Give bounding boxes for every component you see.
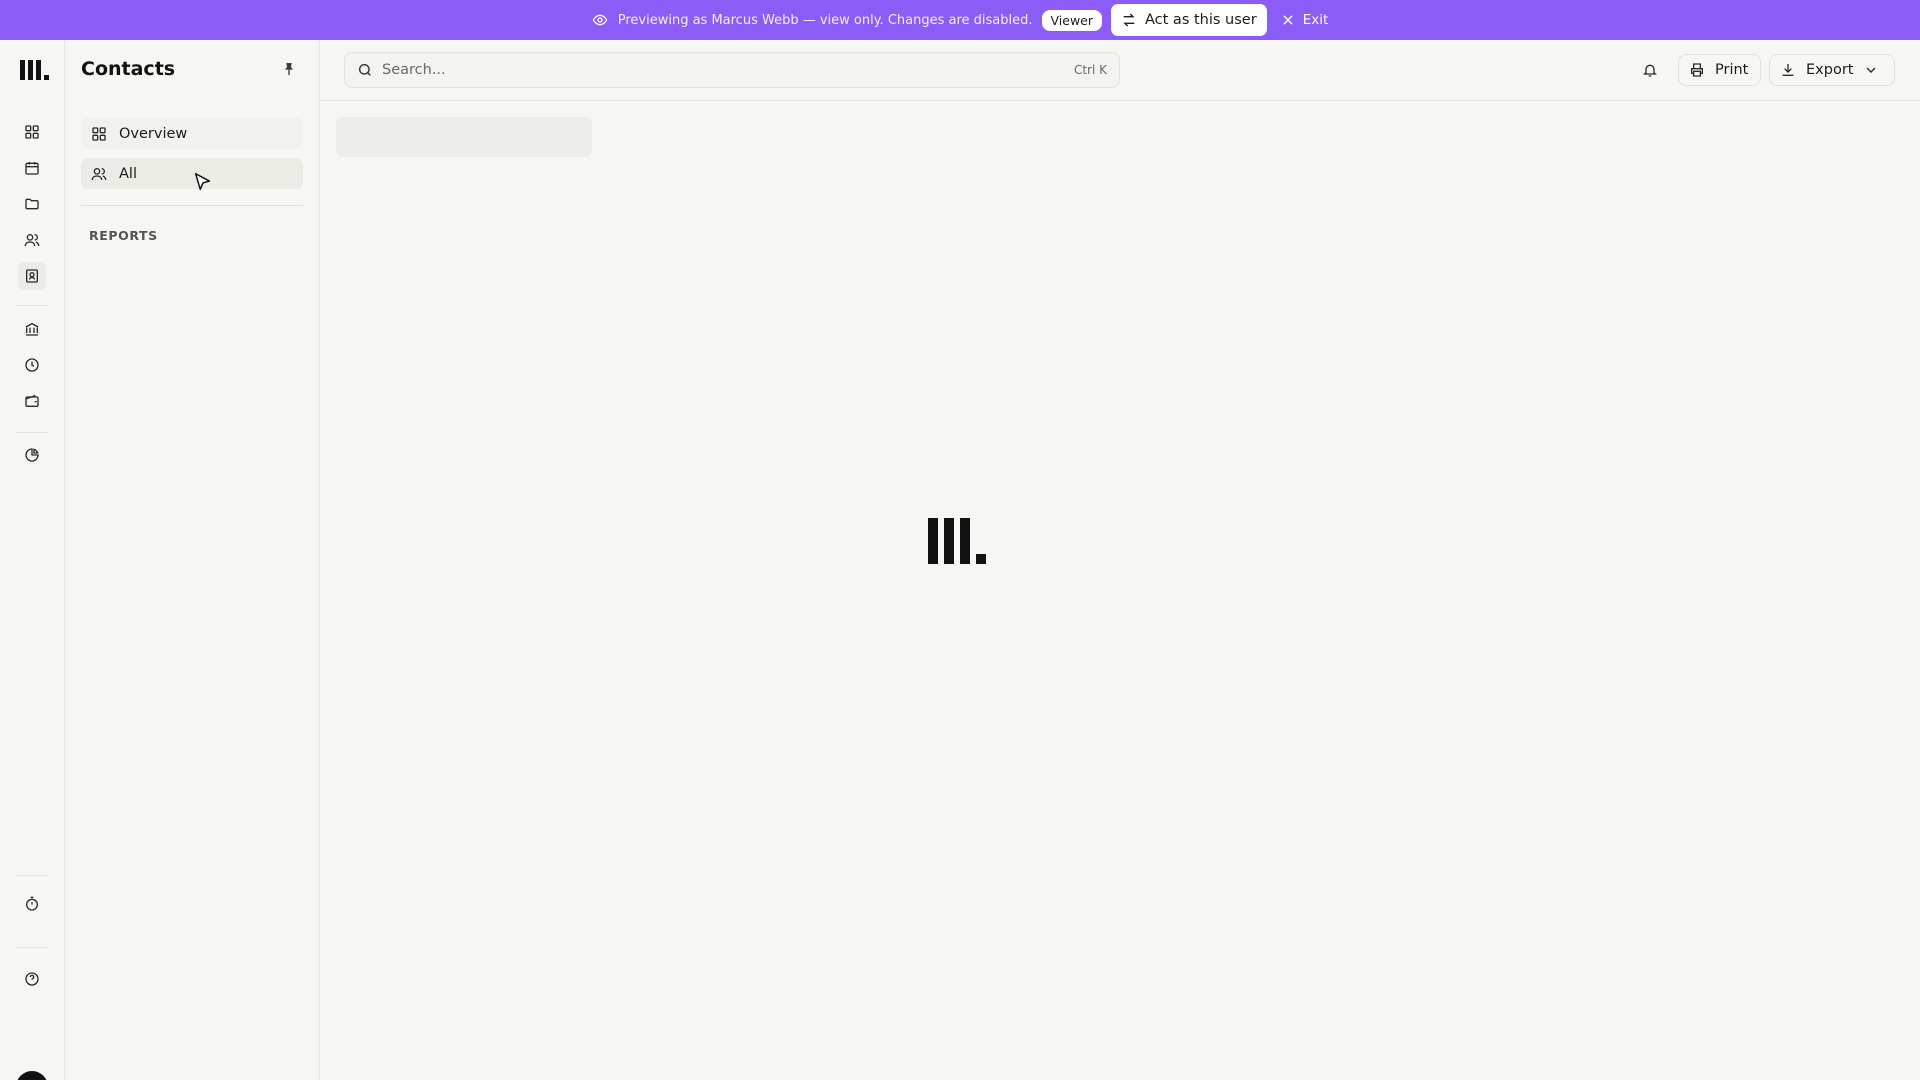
exit-label: Exit xyxy=(1302,12,1329,28)
act-as-user-label: Act as this user xyxy=(1145,12,1257,28)
exit-preview-button[interactable]: Exit xyxy=(1281,12,1329,28)
loading-logo xyxy=(928,518,986,564)
sidebar-item-overview[interactable]: Overview xyxy=(81,118,303,149)
calendar-icon[interactable] xyxy=(18,154,46,182)
wallet-icon[interactable] xyxy=(18,387,46,415)
close-icon xyxy=(1283,15,1293,25)
users-icon xyxy=(91,167,107,180)
search-input[interactable] xyxy=(382,62,1074,78)
role-badge: Viewer xyxy=(1041,9,1102,31)
divider xyxy=(81,205,303,206)
sidebar-item-label: Overview xyxy=(119,125,188,142)
eye-icon xyxy=(592,12,608,28)
help-icon[interactable] xyxy=(18,965,46,993)
users-icon[interactable] xyxy=(18,226,46,254)
export-label: Export xyxy=(1806,62,1854,78)
pie-chart-icon[interactable] xyxy=(18,441,46,469)
search-box[interactable]: Ctrl K xyxy=(344,52,1120,88)
chevron-down-icon xyxy=(1866,67,1876,73)
act-as-user-button[interactable]: Act as this user xyxy=(1111,4,1267,36)
preview-banner: Previewing as Marcus Webb — view only. C… xyxy=(0,0,1920,40)
preview-message: Previewing as Marcus Webb — view only. C… xyxy=(617,12,1033,28)
grid-icon xyxy=(92,126,106,141)
export-button[interactable]: Export xyxy=(1769,54,1895,86)
top-bar: Ctrl K Print Export xyxy=(320,40,1920,101)
loading-skeleton xyxy=(336,117,592,157)
contacts-book-icon[interactable] xyxy=(18,262,46,290)
swap-icon xyxy=(1123,13,1135,27)
bell-icon[interactable] xyxy=(1640,60,1660,80)
pin-icon[interactable] xyxy=(281,61,297,77)
printer-icon xyxy=(1691,63,1703,77)
timer-icon[interactable] xyxy=(18,890,46,918)
clock-icon[interactable] xyxy=(18,351,46,379)
print-button[interactable]: Print xyxy=(1678,54,1761,86)
user-avatar[interactable]: SC xyxy=(16,1071,48,1080)
app-logo[interactable] xyxy=(20,60,49,80)
section-heading-reports: REPORTS xyxy=(89,228,158,243)
sidebar-item-all[interactable]: All xyxy=(81,158,303,189)
icon-rail: SC xyxy=(0,40,65,1080)
download-icon xyxy=(1782,64,1794,76)
dashboard-icon[interactable] xyxy=(18,118,46,146)
sidebar-item-label: All xyxy=(119,165,137,182)
contacts-sidebar: Contacts Overview All REPORTS xyxy=(65,40,320,1080)
sidebar-title: Contacts xyxy=(81,58,176,80)
folder-icon[interactable] xyxy=(18,190,46,218)
search-icon xyxy=(358,63,371,76)
print-label: Print xyxy=(1715,62,1749,78)
bank-icon[interactable] xyxy=(18,315,46,343)
search-shortcut: Ctrl K xyxy=(1073,63,1107,77)
